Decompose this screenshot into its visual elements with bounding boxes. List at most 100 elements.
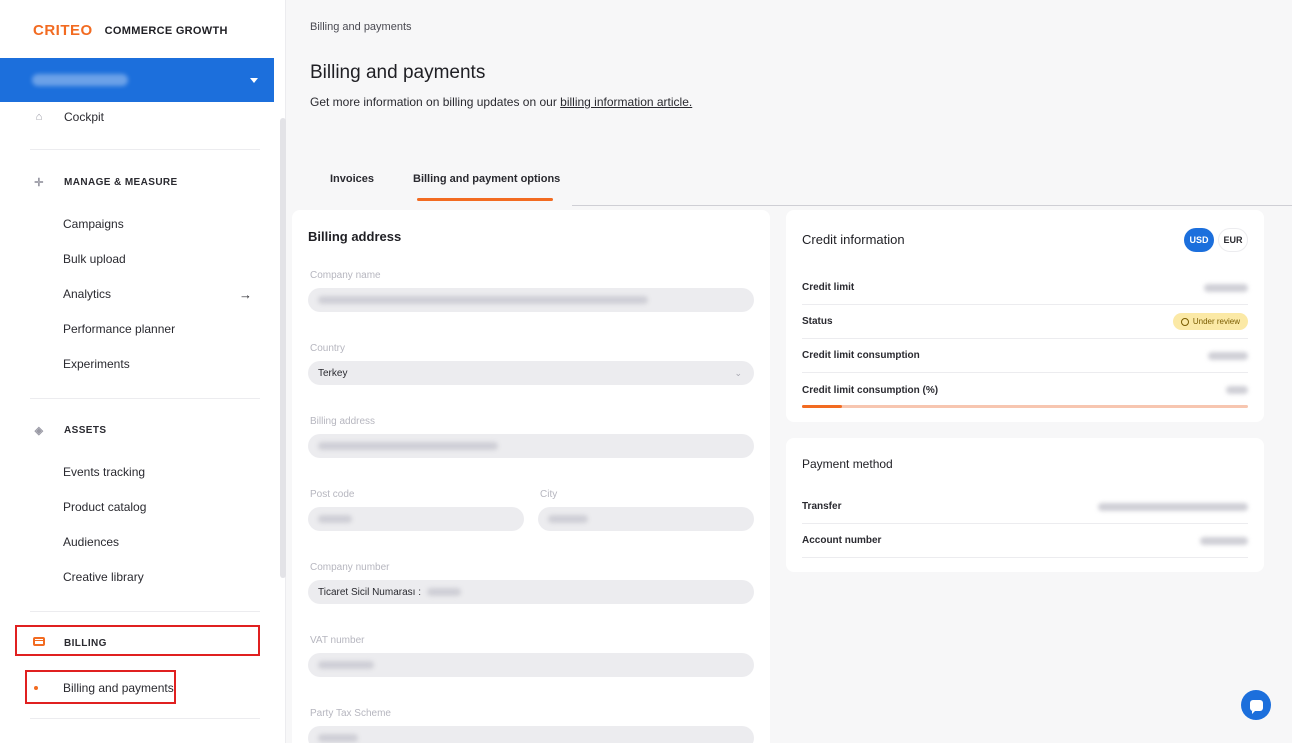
- sidebar-item-performance-planner[interactable]: Performance planner: [0, 316, 274, 342]
- logo-product: COMMERCE GROWTH: [104, 24, 228, 37]
- credit-consumption-pct-row: Credit limit consumption (%): [802, 373, 1248, 407]
- currency-usd-button[interactable]: USD: [1184, 228, 1214, 252]
- company-name-field[interactable]: [308, 288, 754, 312]
- post-code-field[interactable]: [308, 507, 524, 531]
- card-title: Credit information: [802, 232, 905, 247]
- row-label: Credit limit consumption: [802, 350, 920, 361]
- city-field[interactable]: [538, 507, 754, 531]
- row-label: Status: [802, 316, 833, 327]
- status-badge: Under review: [1172, 313, 1248, 330]
- crosshair-icon: ✛: [34, 176, 44, 189]
- tabs: Invoices Billing and payment options: [310, 162, 1292, 206]
- sidebar-item-label: Performance planner: [63, 322, 176, 336]
- sidebar-item-campaigns[interactable]: Campaigns: [0, 211, 274, 237]
- sidebar-item-label: Audiences: [63, 535, 120, 549]
- chevron-down-icon: ⌄: [734, 367, 742, 378]
- credit-consumption-row: Credit limit consumption: [802, 339, 1248, 373]
- redacted-value: [1204, 283, 1248, 292]
- currency-toggle: USD EUR: [1184, 228, 1248, 252]
- vat-number-label: VAT number: [310, 635, 365, 646]
- account-name-redacted: [32, 74, 128, 86]
- party-tax-scheme-field[interactable]: [308, 726, 754, 743]
- company-name-label: Company name: [310, 270, 381, 281]
- sidebar-item-label: Events tracking: [63, 465, 146, 479]
- breadcrumb[interactable]: Billing and payments: [310, 21, 412, 33]
- redacted-value: [548, 515, 588, 523]
- status-row: Status Under review: [802, 305, 1248, 339]
- redacted-value: [318, 515, 352, 523]
- billing-address-field[interactable]: [308, 434, 754, 458]
- layers-icon: ◈: [34, 424, 44, 437]
- redacted-value: [1208, 351, 1248, 360]
- credit-limit-row: Credit limit: [802, 271, 1248, 305]
- sidebar-section-manage[interactable]: ✛ MANAGE & MEASURE: [0, 169, 274, 195]
- section-heading: ASSETS: [64, 424, 107, 436]
- account-selector[interactable]: [0, 58, 274, 102]
- sidebar-item-creative-library[interactable]: Creative library: [0, 564, 274, 590]
- divider: [30, 611, 260, 612]
- highlight-billing-section: [15, 625, 260, 656]
- tabs-divider: [572, 205, 1292, 206]
- country-label: Country: [310, 343, 346, 354]
- country-select[interactable]: Terkey ⌄: [308, 361, 754, 385]
- row-label: Account number: [802, 535, 882, 546]
- row-label: Credit limit: [802, 282, 855, 293]
- currency-eur-button[interactable]: EUR: [1218, 228, 1248, 252]
- billing-address-label: Billing address: [310, 416, 376, 427]
- sidebar-item-audiences[interactable]: Audiences: [0, 529, 274, 555]
- redacted-value: [318, 442, 498, 450]
- company-number-value: Ticaret Sicil Numarası :: [318, 586, 421, 598]
- sidebar-scrollbar[interactable]: [280, 118, 286, 578]
- chat-button[interactable]: [1241, 690, 1271, 720]
- section-heading: MANAGE & MEASURE: [64, 176, 178, 188]
- sidebar-item-label: Creative library: [63, 570, 144, 584]
- divider: [30, 398, 260, 399]
- sidebar-item-events-tracking[interactable]: Events tracking: [0, 459, 274, 485]
- party-tax-scheme-label: Party Tax Scheme: [310, 708, 391, 719]
- clock-icon: [1180, 317, 1189, 326]
- redacted-value: [1226, 386, 1248, 394]
- redacted-value: [1200, 536, 1248, 545]
- chat-icon: [1249, 699, 1263, 714]
- divider: [30, 149, 260, 150]
- arrow-right-icon: →: [239, 286, 252, 302]
- sidebar-item-cockpit[interactable]: ⌂ Cockpit: [0, 104, 274, 130]
- vat-number-field[interactable]: [308, 653, 754, 677]
- active-tab-indicator: [417, 198, 553, 201]
- sidebar-item-bulk-upload[interactable]: Bulk upload: [0, 246, 274, 272]
- sidebar-item-label: Product catalog: [63, 500, 147, 514]
- sidebar-item-analytics[interactable]: Analytics →: [0, 281, 274, 307]
- redacted-value: [426, 588, 461, 596]
- logo-brand: CRITEO: [33, 22, 93, 39]
- highlight-billing-and-payments: [25, 670, 176, 704]
- sidebar-item-label: Analytics: [63, 287, 112, 301]
- credit-consumption-progress: [802, 405, 1248, 408]
- transfer-row: Transfer: [802, 490, 1248, 524]
- city-label: City: [540, 489, 558, 500]
- row-label: Transfer: [802, 501, 842, 512]
- payment-method-card: Payment method Transfer Account number: [786, 438, 1264, 572]
- page-subtitle: Get more information on billing updates …: [310, 95, 692, 109]
- company-number-field[interactable]: Ticaret Sicil Numarası :: [308, 580, 754, 604]
- sidebar-item-label: Experiments: [63, 357, 130, 371]
- credit-information-card: Credit information USD EUR Credit limit …: [786, 210, 1264, 422]
- billing-info-link[interactable]: billing information article.: [560, 95, 692, 109]
- divider: [30, 718, 260, 719]
- main-content: Billing and payments Billing and payment…: [292, 0, 1292, 743]
- tab-billing-and-payment-options[interactable]: Billing and payment options: [413, 173, 560, 185]
- sidebar-item-product-catalog[interactable]: Product catalog: [0, 494, 274, 520]
- sidebar: CRITEO COMMERCE GROWTH ⌂ Cockpit ✛ MANAG…: [0, 0, 286, 743]
- logo[interactable]: CRITEO COMMERCE GROWTH: [33, 22, 228, 39]
- sidebar-item-experiments[interactable]: Experiments: [0, 351, 274, 377]
- country-value: Terkey: [318, 367, 348, 379]
- tab-invoices[interactable]: Invoices: [330, 173, 374, 185]
- subtitle-text: Get more information on billing updates …: [310, 95, 561, 109]
- card-title: Payment method: [802, 457, 893, 471]
- account-number-row: Account number: [802, 524, 1248, 558]
- sidebar-item-label: Cockpit: [64, 110, 105, 124]
- row-label: Credit limit consumption (%): [802, 384, 939, 396]
- sidebar-section-assets[interactable]: ◈ ASSETS: [0, 417, 274, 443]
- chevron-down-icon: [250, 77, 258, 83]
- sidebar-item-label: Bulk upload: [63, 252, 126, 266]
- card-title: Billing address: [308, 229, 402, 244]
